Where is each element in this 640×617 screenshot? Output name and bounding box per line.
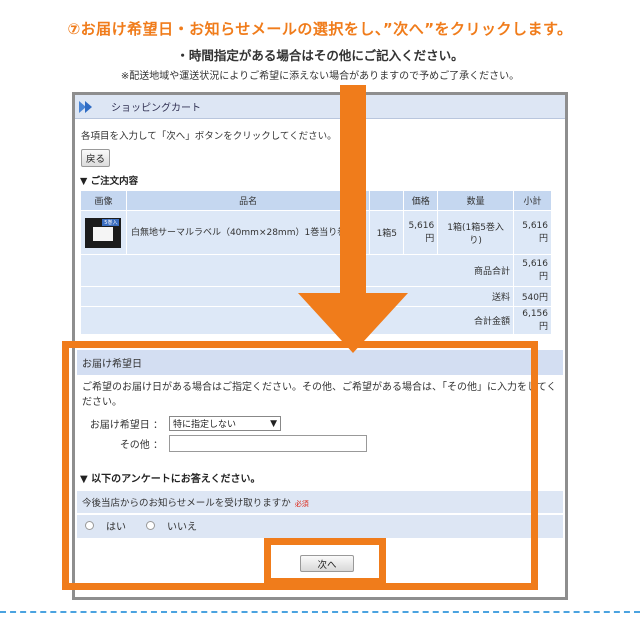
cart-panel: ショッピングカート 各項目を入力して「次へ」ボタンをクリックしてください。 戻る… — [72, 92, 568, 600]
intro-text: 各項目を入力して「次へ」ボタンをクリックしてください。 — [81, 131, 337, 142]
delivery-date-label: お届け希望日 ： — [89, 420, 163, 431]
order-section-title: ▼ ご注文内容 — [80, 176, 139, 187]
radio-yes[interactable] — [85, 521, 94, 530]
product-total-row: 商品合計 5,616円 — [80, 254, 553, 287]
grand-total-value: 6,156円 — [512, 306, 553, 335]
col-quantity: 数量 — [437, 190, 514, 211]
delivery-date-row: お届け希望日 ： 特に指定しない ▼ — [77, 416, 563, 431]
panel-header: ショッピングカート — [75, 95, 565, 119]
radio-yes-label[interactable]: はい — [106, 518, 126, 533]
col-price: 価格 — [403, 190, 439, 211]
delivery-note: ご希望のお届け日がある場合はご指定ください。その他、ご希望がある場合は、「その他… — [82, 382, 557, 408]
col-unit — [369, 190, 405, 211]
delivery-other-row: その他 ： — [77, 435, 563, 452]
item-name[interactable]: 白無地サーマルラベル（40mm×28mm）1巻当り巻入り — [125, 210, 371, 255]
item-quantity: 1箱(1箱5巻入り) — [437, 210, 514, 255]
cart-header-row: 画像 品名 価格 数量 小計 — [80, 190, 553, 211]
item-thumb-cell: 5巻入 — [80, 210, 127, 255]
col-name: 品名 — [125, 190, 371, 211]
col-image: 画像 — [80, 190, 127, 211]
shipping-value: 540円 — [512, 286, 553, 307]
double-chevron-icon — [79, 100, 92, 113]
screen: ⑦お届け希望日・お知らせメールの選択をし、”次へ”をクリックします。 ・時間指定… — [0, 0, 640, 617]
survey-question: 今後当店からのお知らせメールを受け取りますか 必須 — [77, 491, 563, 513]
product-image[interactable]: 5巻入 — [85, 217, 122, 248]
col-subtotal: 小計 — [512, 190, 553, 211]
instruction-title: ⑦お届け希望日・お知らせメールの選択をし、”次へ”をクリックします。 — [67, 20, 573, 38]
grand-total-row: 合計金額 6,156円 — [80, 306, 553, 335]
divider-dashed — [0, 611, 640, 613]
delivery-section-label: お届け希望日 — [77, 350, 563, 375]
delivery-other-input[interactable] — [169, 435, 367, 452]
required-badge: 必須 — [294, 500, 309, 508]
dropdown-arrow-icon: ▼ — [270, 418, 277, 429]
cart-table: 画像 品名 価格 数量 小計 5巻入 白無地サーマルラベル（40mm×28mm）… — [80, 190, 553, 335]
next-button[interactable]: 次へ — [300, 555, 354, 572]
delivery-date-select[interactable]: 特に指定しない ▼ — [169, 416, 281, 431]
radio-no-label[interactable]: いいえ — [167, 518, 197, 533]
survey-title: ▼ 以下のアンケートにお答えください。 — [80, 474, 261, 485]
newsletter-radio-group: はい いいえ — [77, 515, 563, 538]
item-unit: 1箱5 — [369, 210, 405, 255]
product-total-value: 5,616円 — [512, 254, 553, 287]
radio-no[interactable] — [146, 521, 155, 530]
delivery-other-label: その他 ： — [119, 440, 163, 451]
order-form: お届け希望日 ご希望のお届け日がある場合はご指定ください。その他、ご希望がある場… — [77, 350, 563, 538]
panel-title: ショッピングカート — [111, 103, 201, 114]
item-subtotal: 5,616円 — [512, 210, 553, 255]
table-row: 5巻入 白無地サーマルラベル（40mm×28mm）1巻当り巻入り 1箱5 5,6… — [80, 210, 553, 255]
shipping-label: 送料 — [80, 286, 514, 307]
instruction-note: ※配送地域や運送状況によりご希望に添えない場合がありますので予めご了承ください。 — [120, 71, 520, 82]
instruction-subtitle: ・時間指定がある場合はその他にご記入ください。 — [176, 48, 464, 63]
item-price: 5,616円 — [403, 210, 439, 255]
grand-total-label: 合計金額 — [80, 306, 514, 335]
product-total-label: 商品合計 — [80, 254, 514, 287]
back-button[interactable]: 戻る — [81, 149, 111, 167]
shipping-row: 送料 540円 — [80, 286, 553, 307]
